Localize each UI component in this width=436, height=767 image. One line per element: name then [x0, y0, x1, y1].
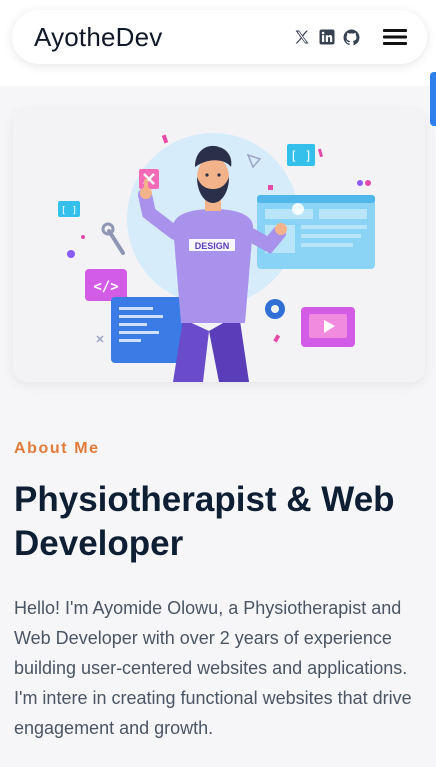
x-twitter-icon[interactable] — [292, 28, 311, 47]
svg-text:[ ]: [ ] — [61, 206, 77, 216]
section-label: About Me — [14, 440, 100, 457]
bio-paragraph: Hello! I'm Ayomide Olowu, a Physiotherap… — [14, 598, 412, 738]
github-icon[interactable] — [342, 28, 361, 47]
social-links — [292, 28, 361, 47]
scroll-indicator — [430, 72, 436, 126]
hamburger-menu-icon[interactable] — [383, 27, 407, 47]
svg-text:[ ]: [ ] — [290, 149, 312, 163]
linkedin-icon[interactable] — [317, 28, 336, 47]
navbar: AyotheDev — [12, 10, 427, 64]
nav-actions — [292, 27, 407, 47]
hero-illustration-card: [ ] [ ] </> DESIGN — [13, 109, 425, 382]
developer-illustration: [ ] [ ] </> DESIGN — [58, 133, 375, 382]
svg-text:</>: </> — [93, 279, 118, 295]
svg-text:DESIGN: DESIGN — [195, 241, 230, 251]
brand-logo[interactable]: AyotheDev — [34, 22, 163, 53]
page-title: Physiotherapist & Web Developer — [14, 480, 395, 563]
